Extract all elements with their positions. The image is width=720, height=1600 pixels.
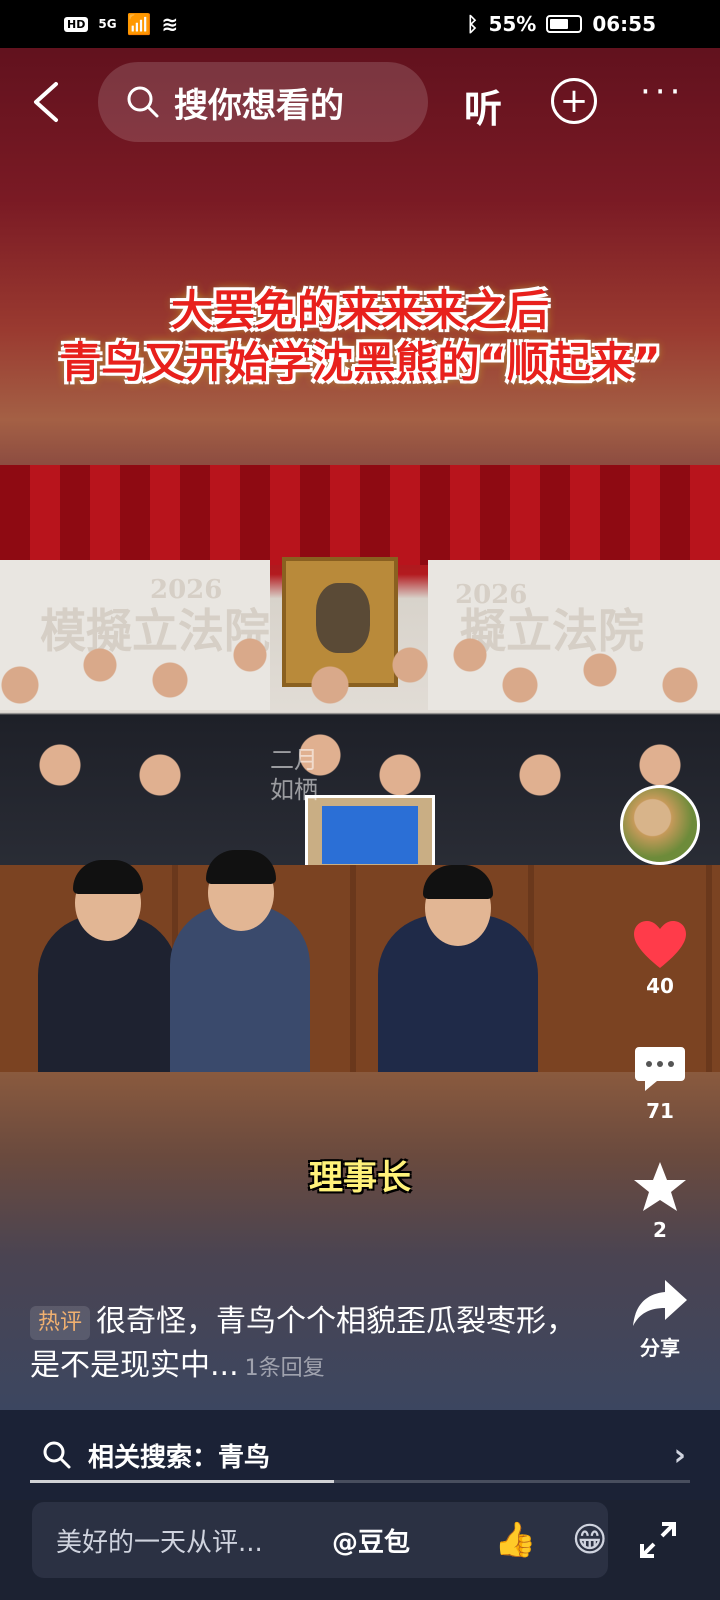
star-icon: [634, 1162, 686, 1211]
grin-emoji-button[interactable]: 😁: [572, 1520, 607, 1560]
mention-doubao-button[interactable]: @豆包: [332, 1522, 410, 1559]
expand-icon: [640, 1522, 676, 1558]
heart-icon: [634, 921, 686, 968]
back-button[interactable]: [30, 80, 70, 124]
thumbs-up-emoji-button[interactable]: 👍: [494, 1520, 536, 1560]
more-options-button[interactable]: ···: [640, 72, 684, 112]
fullscreen-button[interactable]: [638, 1520, 678, 1560]
wifi-icon: ≋: [161, 12, 179, 36]
share-arrow-icon: [633, 1280, 687, 1326]
comment-icon: [635, 1047, 685, 1091]
search-icon: [126, 85, 160, 119]
video-headline: 大罢免的来来来之后 青鸟又开始学沈黑熊的“顺起来”: [0, 285, 720, 389]
comment-placeholder: 美好的一天从评...: [56, 1527, 263, 1558]
video-progress-fill: [30, 1480, 334, 1483]
held-picture: [305, 795, 435, 873]
video-progress-bar[interactable]: [30, 1480, 690, 1483]
clock: 06:55: [592, 12, 656, 36]
favorite-button[interactable]: 2: [615, 1160, 705, 1242]
add-button[interactable]: +: [551, 78, 597, 124]
top-nav: 搜你想看的 听 + ···: [0, 62, 720, 142]
like-button[interactable]: 40: [615, 920, 705, 998]
search-icon: [43, 1441, 71, 1469]
headline-line-2: 青鸟又开始学沈黑熊的“顺起来”: [59, 338, 661, 387]
watermark: 二月 如栖: [270, 746, 318, 804]
more-icon: ···: [640, 72, 685, 112]
signal-indicator: 5G: [98, 17, 117, 31]
video-subtitle: 理事长: [309, 1158, 411, 1198]
search-placeholder: 搜你想看的: [174, 85, 344, 126]
comment-button[interactable]: 71: [615, 1045, 705, 1123]
chevron-right-icon: ›: [673, 1438, 686, 1473]
bottom-bar: 美好的一天从评... @豆包 👍 😁: [0, 1500, 720, 1600]
related-search-label: 相关搜索：青鸟: [88, 1442, 271, 1473]
hot-comment-preview[interactable]: 热评 很奇怪，青鸟个个相貌歪瓜裂枣形，是不是现实中... 1条回复: [30, 1300, 590, 1391]
search-bar[interactable]: 搜你想看的: [98, 62, 428, 142]
hot-comment-tag: 热评: [30, 1305, 91, 1340]
battery-icon: [546, 15, 583, 33]
battery-percent: 55%: [488, 12, 537, 36]
video-frame[interactable]: 2026 2026 模擬立法院 擬立法院 二月 如栖: [0, 465, 720, 1072]
back-arrow-icon: [34, 82, 58, 122]
headline-line-1: 大罢免的来来来之后: [170, 286, 549, 335]
signal-icon: 📶: [126, 12, 152, 36]
listen-button[interactable]: 听: [464, 78, 502, 133]
comment-count: 71: [646, 1099, 674, 1123]
share-button[interactable]: 分享: [615, 1278, 705, 1361]
share-label: 分享: [640, 1336, 680, 1360]
red-curtain: [0, 465, 720, 565]
related-search-bar[interactable]: 相关搜索：青鸟 ›: [0, 1410, 720, 1500]
favorite-count: 2: [653, 1218, 667, 1242]
plus-icon: +: [559, 81, 589, 121]
status-bar: HD 5G 📶 ≋ ᛒ 55% 06:55: [0, 0, 720, 48]
reply-count[interactable]: 1条回复: [245, 1356, 325, 1381]
hd-badge: HD: [64, 16, 89, 32]
like-count: 40: [646, 974, 674, 998]
author-avatar[interactable]: [620, 785, 700, 865]
bluetooth-icon: ᛒ: [466, 12, 479, 36]
comment-input[interactable]: 美好的一天从评... @豆包 👍 😁: [32, 1502, 608, 1578]
video-screen[interactable]: HD 5G 📶 ≋ ᛒ 55% 06:55 搜你想看的 听 + ··· 大罢免的…: [0, 0, 720, 1600]
